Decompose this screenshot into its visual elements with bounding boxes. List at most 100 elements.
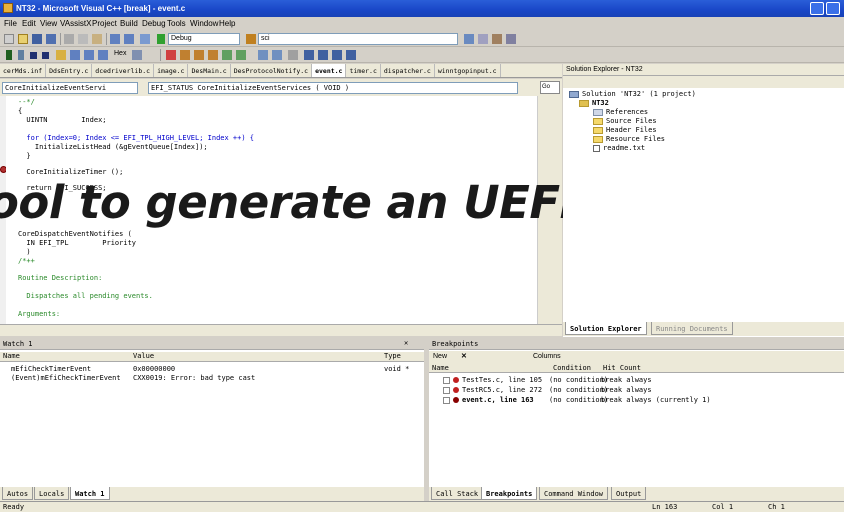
tree-source-files[interactable]: Source Files xyxy=(593,117,657,125)
go-button[interactable]: Go xyxy=(540,81,560,94)
breakpoint-row[interactable]: event.c, line 163 (no condition) break a… xyxy=(443,396,711,404)
tree-solution[interactable]: Solution 'NT32' (1 project) xyxy=(569,90,696,98)
save-all-icon[interactable] xyxy=(46,34,56,44)
tree-header-files[interactable]: Header Files xyxy=(593,126,657,134)
tab-desmain[interactable]: DesMain.c xyxy=(188,64,231,77)
breakpoint-checkbox[interactable] xyxy=(443,376,450,384)
column-type[interactable]: Type xyxy=(384,352,401,360)
member-select[interactable]: EFI_STATUS CoreInitializeEventServices (… xyxy=(148,82,518,94)
menu-file[interactable]: File xyxy=(4,19,17,28)
menu-tools[interactable]: Tools xyxy=(167,19,186,28)
vassist-icon-1[interactable] xyxy=(304,50,314,60)
menu-project[interactable]: Project xyxy=(92,19,117,28)
breakpoint-checkbox[interactable] xyxy=(443,386,450,394)
tab-desprotocolnotify[interactable]: DesProtocolNotify.c xyxy=(231,64,313,77)
tab-locals[interactable]: Locals xyxy=(34,487,70,500)
vassist-icon-4[interactable] xyxy=(346,50,356,60)
step-out-icon[interactable] xyxy=(98,50,108,60)
tree-project[interactable]: NT32 xyxy=(579,99,609,107)
tab-call-stack[interactable]: Call Stack xyxy=(431,487,484,500)
column-condition[interactable]: Condition xyxy=(553,364,591,372)
bookmark-icon[interactable] xyxy=(180,50,190,60)
code-line: ) xyxy=(18,248,31,256)
solution-explorer-icon[interactable] xyxy=(478,34,488,44)
show-next-statement-icon[interactable] xyxy=(56,50,66,60)
step-over-icon[interactable] xyxy=(84,50,94,60)
continue-icon[interactable] xyxy=(6,50,12,60)
pause-icon[interactable] xyxy=(18,50,24,60)
tab-watch-1[interactable]: Watch 1 xyxy=(70,487,110,500)
outdent-icon[interactable] xyxy=(272,50,282,60)
find-in-files-icon[interactable] xyxy=(464,34,474,44)
redo-icon[interactable] xyxy=(124,34,134,44)
stop-icon[interactable] xyxy=(30,52,37,59)
maximize-icon[interactable] xyxy=(826,2,840,15)
tab-command-window[interactable]: Command Window xyxy=(539,487,609,500)
menu-debug[interactable]: Debug xyxy=(142,19,166,28)
menu-build[interactable]: Build xyxy=(120,19,138,28)
cut-icon[interactable] xyxy=(64,34,74,44)
tree-resource-files[interactable]: Resource Files xyxy=(593,135,665,143)
menu-vassistx[interactable]: VAssistX xyxy=(60,19,91,28)
next-bookmark-icon[interactable] xyxy=(194,50,204,60)
menu-help[interactable]: Help xyxy=(219,19,235,28)
copy-icon[interactable] xyxy=(78,34,88,44)
breakpoint-checkbox[interactable] xyxy=(443,396,450,404)
tab-breakpoints[interactable]: Breakpoints xyxy=(481,487,538,500)
tab-winntgopinput[interactable]: winntgopinput.c xyxy=(435,64,501,77)
find-combo[interactable]: sci xyxy=(258,33,458,45)
properties-icon[interactable] xyxy=(492,34,502,44)
watch-close-icon[interactable]: ✕ xyxy=(404,339,408,347)
menu-view[interactable]: View xyxy=(40,19,57,28)
tab-cermds[interactable]: cerMds.inf xyxy=(0,64,47,77)
open-icon[interactable] xyxy=(18,34,28,44)
tab-solution-explorer[interactable]: Solution Explorer xyxy=(565,322,647,335)
minimize-icon[interactable] xyxy=(810,2,824,15)
comment-icon[interactable] xyxy=(222,50,232,60)
tab-ddsentry[interactable]: DdsEntry.c xyxy=(46,64,93,77)
new-file-icon[interactable] xyxy=(4,34,14,44)
columns-button[interactable]: Columns xyxy=(533,353,561,360)
indent-icon[interactable] xyxy=(258,50,268,60)
new-breakpoint-button[interactable]: New xyxy=(433,353,447,360)
undo-icon[interactable] xyxy=(110,34,120,44)
scope-select[interactable]: CoreInitializeEventServi xyxy=(2,82,138,94)
toggle-breakpoint-icon[interactable] xyxy=(166,50,176,60)
tab-dispatcher[interactable]: dispatcher.c xyxy=(381,64,435,77)
step-into-icon[interactable] xyxy=(70,50,80,60)
tree-readme[interactable]: readme.txt xyxy=(593,144,645,152)
config-select[interactable]: Debug xyxy=(168,33,240,45)
editor-hscrollbar[interactable] xyxy=(0,324,562,336)
tab-running-documents[interactable]: Running Documents xyxy=(651,322,733,335)
breakpoint-window-icon[interactable] xyxy=(132,50,142,60)
format-icon[interactable] xyxy=(288,50,298,60)
save-icon[interactable] xyxy=(32,34,42,44)
tab-autos[interactable]: Autos xyxy=(2,487,34,500)
hex-toggle[interactable]: Hex xyxy=(114,50,126,57)
vassist-icon-2[interactable] xyxy=(318,50,328,60)
menu-window[interactable]: Window xyxy=(190,19,218,28)
paste-icon[interactable] xyxy=(92,34,102,44)
toolbox-icon[interactable] xyxy=(506,34,516,44)
column-value[interactable]: Value xyxy=(133,352,154,360)
column-hit-count[interactable]: Hit Count xyxy=(603,364,641,372)
tab-timer[interactable]: timer.c xyxy=(346,64,381,77)
tab-image[interactable]: image.c xyxy=(154,64,189,77)
tree-references[interactable]: References xyxy=(593,108,648,116)
menu-edit[interactable]: Edit xyxy=(22,19,36,28)
column-name[interactable]: Name xyxy=(3,352,20,360)
start-icon[interactable] xyxy=(157,34,165,44)
vassist-icon-3[interactable] xyxy=(332,50,342,60)
tab-output[interactable]: Output xyxy=(611,487,647,500)
prev-bookmark-icon[interactable] xyxy=(208,50,218,60)
find-icon[interactable] xyxy=(246,34,256,44)
breakpoint-row[interactable]: TestRC5.c, line 272 (no condition) break… xyxy=(443,386,652,394)
breakpoint-row[interactable]: TestTes.c, line 105 (no condition) break… xyxy=(443,376,652,384)
tab-event[interactable]: event.c xyxy=(312,64,347,77)
restart-icon[interactable] xyxy=(42,52,49,59)
uncomment-icon[interactable] xyxy=(236,50,246,60)
navigate-icon[interactable] xyxy=(140,34,150,44)
delete-icon[interactable]: ✕ xyxy=(461,352,467,360)
tab-dcedriverlib[interactable]: dcedriverlib.c xyxy=(92,64,155,77)
column-name[interactable]: Name xyxy=(432,364,449,372)
